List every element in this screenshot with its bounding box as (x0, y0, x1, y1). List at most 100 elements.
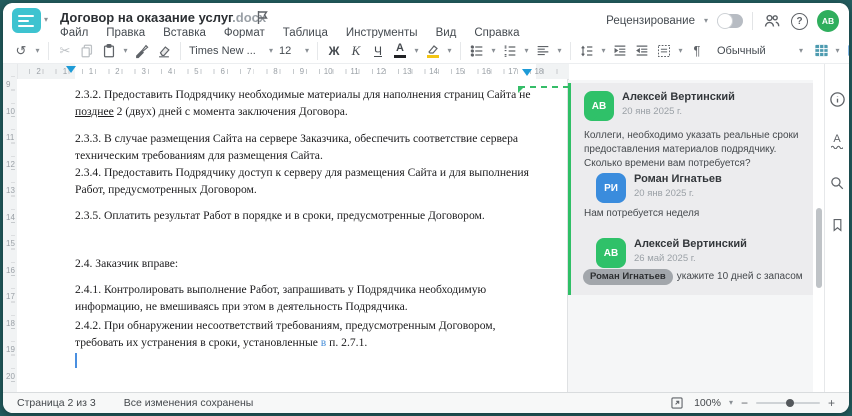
numbered-list-caret-icon[interactable]: ▾ (522, 46, 531, 55)
zoom-caret-icon[interactable]: ▾ (729, 399, 733, 407)
bold-button[interactable]: Ж (324, 41, 344, 61)
horizontal-ruler[interactable]: 12 1 2 3 4 5 6 7 8 9 10 11 12 13 14 15 16 17 18 (17, 64, 569, 80)
comment-date: 26 май 2025 г. (634, 253, 696, 264)
comment-text: Нам потребуется неделя (584, 208, 700, 219)
comment-author: Роман Игнатьев (634, 173, 722, 185)
paragraph-2-3-2[interactable]: 2.3.2. Предоставить Подрядчику необходим… (75, 86, 539, 121)
avatar: РИ (596, 173, 626, 203)
app-logo-icon[interactable] (12, 8, 41, 33)
align-button[interactable] (533, 41, 553, 61)
comment-connector-line (518, 86, 569, 93)
comment-text: Коллеги, необходимо указать реальные сро… (584, 130, 799, 169)
clear-style-button[interactable] (154, 41, 174, 61)
increase-indent-button[interactable] (632, 41, 652, 61)
italic-button[interactable]: К (346, 41, 366, 61)
review-toggle[interactable] (717, 13, 743, 29)
zoom-in-button[interactable]: + (828, 396, 835, 410)
paragraph-2-3-4[interactable]: 2.3.4. Предоставить Подрядчику доступ к … (75, 164, 539, 199)
underline-button[interactable]: Ч (368, 41, 388, 61)
search-icon[interactable] (828, 174, 846, 192)
info-icon[interactable] (828, 90, 846, 108)
divider (570, 41, 571, 60)
undo-button[interactable]: ↺ (11, 41, 31, 61)
highlight-caret-icon[interactable]: ▾ (445, 46, 454, 55)
divider (317, 41, 318, 60)
scrollbar[interactable] (815, 80, 823, 392)
line-spacing-button[interactable] (577, 41, 597, 61)
header-right: Рецензирование ▾ ? АВ (606, 10, 839, 32)
paste-caret-icon[interactable]: ▾ (121, 46, 130, 55)
title-text: Договор на оказание услуг (60, 10, 233, 25)
undo-caret-icon[interactable]: ▾ (33, 46, 42, 55)
align-caret-icon[interactable]: ▾ (555, 46, 564, 55)
review-mode-label[interactable]: Рецензирование (606, 15, 695, 27)
bookmark-icon[interactable] (828, 216, 846, 234)
user-avatar[interactable]: АВ (817, 10, 839, 32)
format-painter-button[interactable] (132, 41, 152, 61)
zoom-out-button[interactable]: − (741, 396, 748, 410)
status-bar: Страница 2 из 3 Все изменения сохранены … (3, 392, 849, 413)
comment-author: Алексей Вертинский (622, 91, 735, 103)
save-status: Все изменения сохранены (123, 397, 254, 409)
cut-button[interactable]: ✂ (55, 41, 75, 61)
font-size-caret-icon[interactable]: ▾ (305, 46, 309, 55)
numbered-list-button[interactable] (500, 41, 520, 61)
decrease-indent-button[interactable] (610, 41, 630, 61)
highlight-button[interactable] (423, 41, 443, 61)
paragraph-2-3-3[interactable]: 2.3.3. В случае размещения Сайта на серв… (75, 130, 539, 165)
insert-table-caret-icon[interactable]: ▾ (833, 46, 842, 55)
paragraph-borders-caret-icon[interactable]: ▾ (676, 46, 685, 55)
document-title: Договор на оказание услуг.docx (60, 10, 266, 25)
style-caret-icon[interactable]: ▾ (799, 46, 803, 55)
indent-marker-left[interactable] (66, 66, 76, 78)
avatar: АВ (596, 238, 626, 268)
avatar: АВ (584, 91, 614, 121)
vertical-ruler[interactable]: 9 10 11 12 13 14 15 16 17 18 19 20 (3, 64, 18, 392)
comment-text: Роман Игнатьев укажите 10 дней с запасом (583, 269, 803, 285)
bullet-list-button[interactable] (467, 41, 487, 61)
paragraph-style-select[interactable]: Обычный ▾ (715, 45, 805, 57)
copy-button[interactable] (77, 41, 97, 61)
logo-caret-icon[interactable]: ▾ (44, 16, 48, 24)
mention-chip[interactable]: Роман Игнатьев (583, 269, 673, 285)
divider (460, 41, 461, 60)
nonprinting-chars-button[interactable]: ¶ (687, 41, 707, 61)
comment-author: Алексей Вертинский (634, 238, 747, 250)
paragraph-2-4-1[interactable]: 2.4.1. Контролировать выполнение Работ, … (75, 281, 539, 316)
insert-table-button[interactable] (811, 41, 831, 61)
document-page[interactable]: 2.3.2. Предоставить Подрядчику необходим… (17, 79, 568, 392)
comment-date: 20 янв 2025 г. (634, 188, 695, 199)
bullet-list-caret-icon[interactable]: ▾ (489, 46, 498, 55)
line-spacing-caret-icon[interactable]: ▾ (599, 46, 608, 55)
font-name-caret-icon[interactable]: ▾ (269, 46, 273, 55)
help-icon[interactable]: ? (791, 12, 808, 30)
collaboration-icon[interactable] (762, 11, 782, 31)
page-indicator[interactable]: Страница 2 из 3 (17, 397, 96, 409)
zoom-slider-handle[interactable] (785, 399, 794, 407)
review-caret-icon[interactable]: ▾ (704, 17, 708, 25)
zoom-level[interactable]: 100% (694, 397, 721, 409)
commented-word[interactable]: позднее (75, 105, 114, 118)
paragraph-borders-button[interactable] (654, 41, 674, 61)
right-sidebar: А (824, 64, 849, 392)
paragraph-2-4[interactable]: 2.4. Заказчик вправе: (75, 255, 539, 272)
font-size-select[interactable]: 12 ▾ (277, 45, 311, 57)
font-name-select[interactable]: Times New ... ▾ (187, 45, 275, 57)
paragraph-2-4-2[interactable]: 2.4.2. При обнаружении несоответствий тр… (75, 317, 539, 352)
scrollbar-thumb[interactable] (816, 208, 822, 288)
comments-panel: АВ Алексей Вертинский 20 янв 2025 г. Кол… (568, 80, 813, 392)
divider (180, 41, 181, 60)
zoom-slider[interactable] (755, 399, 820, 407)
insert-image-button[interactable] (844, 41, 849, 61)
fit-page-icon[interactable] (668, 394, 686, 412)
font-color-caret-icon[interactable]: ▾ (412, 46, 421, 55)
header: ▾ Договор на оказание услуг.docx Файл Пр… (3, 3, 849, 39)
divider (48, 41, 49, 60)
text-cursor (75, 353, 77, 368)
font-color-button[interactable]: А (390, 41, 410, 61)
paragraph-2-3-5[interactable]: 2.3.5. Оплатить результат Работ в порядк… (75, 207, 539, 224)
spellcheck-icon[interactable]: А (828, 132, 846, 150)
paste-button[interactable] (99, 41, 119, 61)
comment-date: 20 янв 2025 г. (622, 106, 683, 117)
comment-thread-accent (568, 83, 571, 295)
